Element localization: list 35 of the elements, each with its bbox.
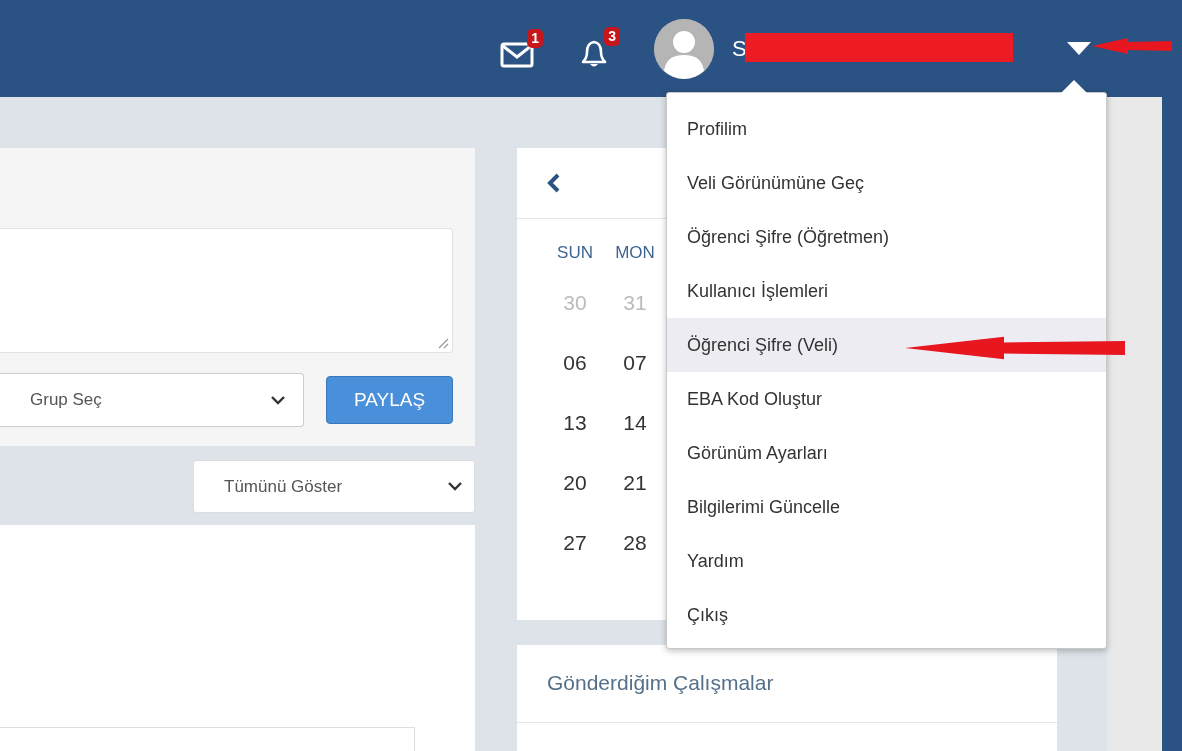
- weekday-label: SUN: [556, 242, 594, 264]
- count-badge: 3: [604, 27, 620, 46]
- menu-item[interactable]: Çıkış: [667, 588, 1106, 642]
- menu-item[interactable]: Kullanıcı İşlemleri: [667, 264, 1106, 318]
- calendar-day[interactable]: 06: [545, 333, 605, 393]
- select-value: Tümünü Göster: [224, 476, 343, 497]
- menu-item[interactable]: Görünüm Ayarları: [667, 426, 1106, 480]
- calendar-day[interactable]: 27: [545, 513, 605, 573]
- calendar-day[interactable]: 21: [605, 453, 665, 513]
- count-badge: 1: [527, 29, 543, 48]
- menu-item[interactable]: Profilim: [667, 102, 1106, 156]
- menu-item[interactable]: Veli Görünümüne Geç: [667, 156, 1106, 210]
- menu-item[interactable]: EBA Kod Oluştur: [667, 372, 1106, 426]
- weekday-label: MON: [614, 242, 656, 264]
- menu-item[interactable]: Yardım: [667, 534, 1106, 588]
- calendar-day[interactable]: 20: [545, 453, 605, 513]
- calendar-day[interactable]: 14: [605, 393, 665, 453]
- avatar-icon[interactable]: [654, 18, 714, 79]
- menu-item[interactable]: Öğrenci Şifre (Veli): [667, 318, 1106, 372]
- calendar-day[interactable]: 28: [605, 513, 665, 573]
- group-select[interactable]: Grup Seç: [0, 373, 304, 427]
- notifications-button[interactable]: 3: [577, 27, 620, 70]
- resize-handle-icon[interactable]: [437, 337, 449, 349]
- select-value: Grup Seç: [30, 390, 102, 410]
- caret-icon[interactable]: [1066, 41, 1091, 56]
- menu-item[interactable]: Öğrenci Şifre (Öğretmen): [667, 210, 1106, 264]
- messages-button[interactable]: 1: [500, 29, 543, 68]
- chevron-down-icon: [271, 395, 285, 405]
- menu-item[interactable]: Bilgilerimi Güncelle: [667, 480, 1106, 534]
- user-name[interactable]: S: [732, 35, 747, 62]
- calendar-day[interactable]: 13: [545, 393, 605, 453]
- calendar-day[interactable]: 07: [605, 333, 665, 393]
- filter-select[interactable]: Tümünü Göster: [193, 460, 475, 513]
- chevron-left-icon[interactable]: [547, 173, 561, 193]
- chevron-down-icon: [448, 482, 462, 491]
